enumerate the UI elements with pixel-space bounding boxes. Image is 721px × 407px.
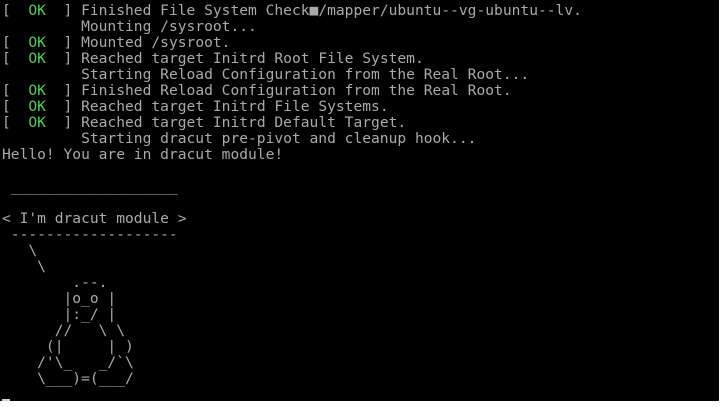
status-bracket-open: [ [2,98,29,115]
status-indent [2,66,81,83]
boot-message: Finished File System Check■/mapper/ubunt… [81,2,582,19]
status-ok: OK [28,34,46,51]
boot-log-line: [ OK ] Reached target Initrd Default Tar… [2,115,582,131]
boot-log-line: [ OK ] Finished Reload Configuration fro… [2,83,582,99]
cowsay-art-line: ___________________ [2,178,178,195]
status-bracket-open: [ [2,2,29,19]
status-bracket-open: [ [2,34,29,51]
cowsay-art-line: /'\_ _/`\ [2,354,134,371]
status-indent [2,18,81,35]
cowsay-art-line: |:_/ | [2,306,117,323]
cowsay-art-line [2,163,582,179]
boot-message: Reached target Initrd Root File System. [81,50,424,67]
status-ok: OK [28,82,46,99]
status-bracket-close: ] [45,114,82,131]
cowsay-art-line: (| | ) [2,338,134,355]
boot-log-line: Starting Reload Configuration from the R… [2,67,582,83]
cowsay-art-line: ------------------- [2,226,178,243]
status-bracket-open: [ [2,50,29,67]
status-bracket-close: ] [45,50,82,67]
status-bracket-open: [ [2,82,29,99]
status-indent [2,130,81,147]
status-ok: OK [28,2,46,19]
boot-message: Reached target Initrd Default Target. [81,114,407,131]
status-ok: OK [28,50,46,67]
terminal-screen[interactable]: [ OK ] Finished File System Check■/mappe… [0,0,719,401]
boot-log-line: [ OK ] Reached target Initrd File System… [2,99,582,115]
status-ok: OK [28,114,46,131]
cowsay-art-line: .--. [2,274,108,291]
boot-log-line: [ OK ] Reached target Initrd Root File S… [2,51,582,67]
cowsay-art-line: \ [2,258,46,275]
boot-message: Reached target Initrd File Systems. [81,98,389,115]
status-bracket-open: [ [2,114,29,131]
status-bracket-close: ] [45,34,82,51]
status-bracket-close: ] [45,82,82,99]
cowsay-art-line: < I'm dracut module > [2,210,187,227]
boot-log-line: [ OK ] Mounted /sysroot. [2,35,582,51]
boot-message: Mounting /sysroot... [81,18,257,35]
cowsay-art-line: // \ \ [2,322,126,339]
text-cursor [2,399,10,401]
console-output: [ OK ] Finished File System Check■/mappe… [2,3,582,387]
boot-message: Starting dracut pre-pivot and cleanup ho… [81,130,477,147]
cowsay-art-line: \___)=(___/ [2,370,134,387]
status-bracket-close: ] [45,2,82,19]
cowsay-art-line: |o_o | [2,290,117,307]
boot-message: Starting Reload Configuration from the R… [81,66,530,83]
boot-log-line: [ OK ] Finished File System Check■/mappe… [2,3,582,19]
boot-log-line: Starting dracut pre-pivot and cleanup ho… [2,131,582,147]
boot-message: Finished Reload Configuration from the R… [81,82,512,99]
status-ok: OK [28,98,46,115]
boot-message: Mounted /sysroot. [81,34,231,51]
boot-log-line: Mounting /sysroot... [2,19,582,35]
cowsay-art-line [2,195,582,211]
status-bracket-close: ] [45,98,82,115]
cowsay-art-line: \ [2,242,38,259]
greeting-line: Hello! You are in dracut module! [2,146,284,163]
